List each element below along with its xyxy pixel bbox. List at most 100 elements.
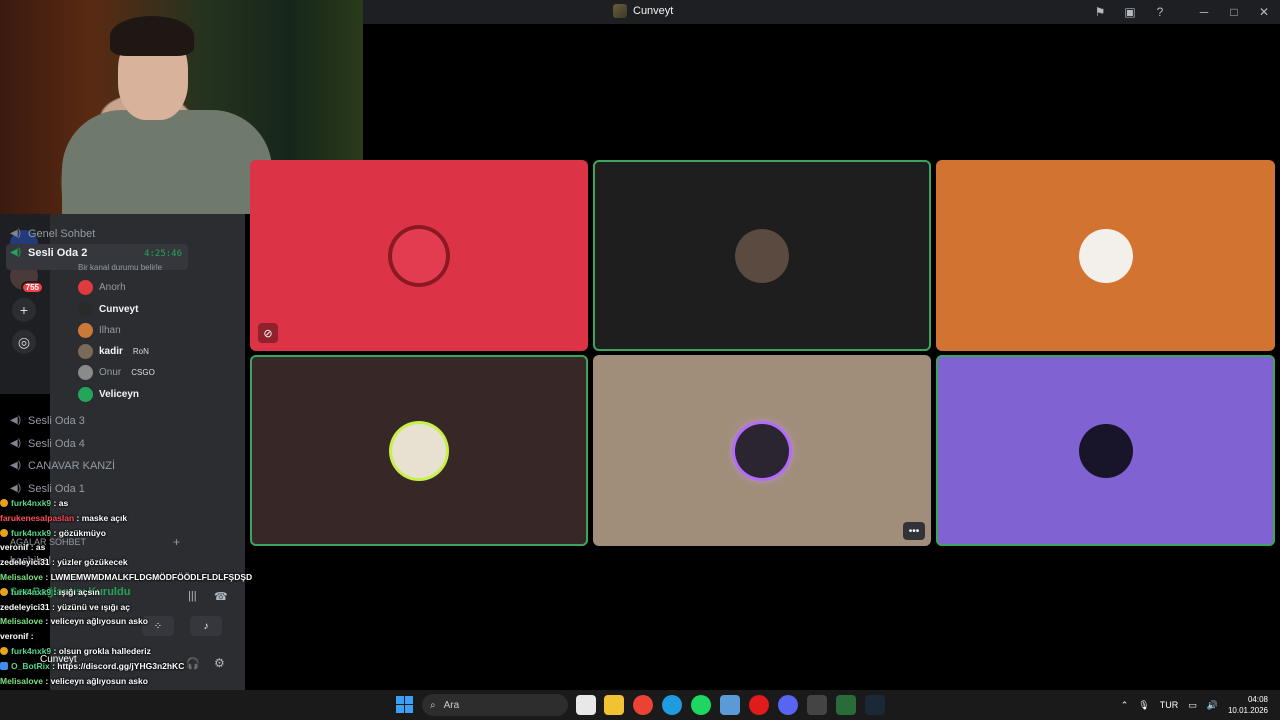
flag-icon[interactable]: ⚑ [1090,2,1110,22]
app-icon[interactable] [720,695,740,715]
chat-username: farukenesalpaslan [0,512,75,523]
chat-username: Melisalove [0,675,43,686]
channel-sesli-oda-3[interactable]: ◀) Sesli Oda 3 [6,411,188,431]
member-name: Anorh [99,281,126,293]
chat-message: furk4nxk9 : gözükmüyo [0,526,260,541]
chat-separator: : [51,498,59,508]
more-options-button[interactable]: ••• [903,522,925,540]
app-icon[interactable] [807,695,827,715]
chat-message: O_BotRix : https://discord.gg/jYHG3n2hKC [0,659,260,674]
chat-message: farukenesalpaslan : maske açık [0,511,260,526]
windows-start-icon[interactable] [396,696,413,713]
close-icon[interactable]: ✕ [1254,2,1274,22]
channel-sesli-oda-4[interactable]: ◀) Sesli Oda 4 [6,434,188,454]
clock[interactable]: 04:08 10.01.2026 [1228,694,1268,716]
search-placeholder: Ara [443,699,460,711]
participant-video-tile[interactable] [593,160,931,351]
member-name: Cunveyt [99,303,139,315]
voice-member[interactable]: Onur CSGO [78,363,155,381]
clock-date: 10.01.2026 [1227,706,1268,715]
chat-message: zedeleyici31 : yüzler gözükecek [0,555,260,570]
participant-video-tile[interactable] [250,355,588,546]
chat-username: furk4nxk9 [11,498,52,508]
system-tray: ⌃ 🎙 TUR ▭ 🔊 04:08 10.01.2026 [1121,694,1268,716]
speaker-icon: ◀) [10,415,22,426]
chat-text: ışığı açsın [58,586,100,597]
chat-text: https://discord.gg/jYHG3n2hKC [57,660,185,671]
taskbar-search[interactable]: ⌕ Ara [422,694,568,716]
chat-text: as [58,498,69,508]
file-explorer-icon[interactable] [604,695,624,715]
participant-video-tile[interactable]: ⊘ [250,160,588,351]
streamer-hair [110,16,194,56]
participant-video-tile[interactable]: ••• [593,355,931,546]
channel-label: Sesli Oda 2 [28,247,88,259]
activity-tag: RoN [132,346,149,356]
muted-mic-icon: ⊘ [258,323,278,343]
task-view-icon[interactable] [576,695,596,715]
steam-icon[interactable] [865,695,885,715]
avatar [78,279,93,295]
edge-icon[interactable] [662,695,682,715]
window-title: Cunveyt [633,5,674,17]
chat-message: Melisalove : veliceyn ağlıyosun asko [0,674,260,689]
speaker-icon: ◀) [10,228,22,239]
chevron-up-icon[interactable]: ⌃ [1121,700,1129,711]
window-title-group: Cunveyt [613,4,673,18]
voice-member[interactable]: Cunveyt [78,300,138,318]
chat-username: veronif [0,631,29,642]
chat-message: Melisalove : LWMEMWMDMALKFLDGMÖDFÖÖDLFLD… [0,570,260,585]
spotify-icon[interactable] [691,695,711,715]
voice-member[interactable]: Ilhan [78,321,121,339]
chat-message: furk4nxk9 : ışığı açsın [0,585,260,600]
network-icon[interactable]: ▭ [1188,700,1197,711]
chat-separator: : [74,512,82,523]
explore-icon[interactable]: ◎ [12,330,36,354]
chat-text: yüzler gözükecek [57,557,128,568]
opera-icon[interactable] [749,695,769,715]
participant-video-tile[interactable] [936,355,1275,546]
minimize-icon[interactable]: ─ [1194,2,1214,22]
voice-member[interactable]: Veliceyn [78,385,139,403]
microphone-icon[interactable]: 🎙 [1138,700,1149,711]
channel-canavar-kanzi[interactable]: ◀) CANAVAR KANZİ [6,456,188,476]
clock-time: 04:08 [1247,695,1268,704]
language-indicator[interactable]: TUR [1160,700,1179,710]
add-server-icon[interactable]: + [12,298,36,322]
activity-tag: CSGO [131,367,155,377]
chat-separator: : [51,645,59,656]
voice-member[interactable]: kadir RoN [78,342,149,360]
chat-message: furk4nxk9 : as [0,496,260,511]
avatar [78,301,93,317]
chat-badge-icon [0,499,8,507]
participant-video-tile[interactable] [936,160,1275,351]
maximize-icon[interactable]: □ [1224,2,1244,22]
chat-username: furk4nxk9 [11,645,52,656]
app-icon[interactable] [836,695,856,715]
chat-separator: : [51,586,59,597]
channel-status[interactable]: Bir kanal durumu belirle [78,263,162,272]
chat-text: veliceyn ağlıyosun asko [50,616,148,627]
chat-text: veliceyn ağlıyosun asko [50,675,148,686]
chat-separator: : [28,542,36,553]
help-icon[interactable]: ? [1150,2,1170,22]
chat-separator: : [43,571,51,582]
chat-username: veronif [0,542,29,553]
chat-message: furk4nxk9 : olsun grokla hallederiz [0,644,260,659]
discord-icon[interactable] [778,695,798,715]
screen-share-icon[interactable]: ▣ [1120,2,1140,22]
chat-username: Melisalove [0,616,43,627]
channel-label: Sesli Oda 4 [28,438,85,450]
voice-member[interactable]: Anorh [78,278,126,296]
chat-username: zedeleyici31 [0,601,50,612]
channel-genel-sohbet[interactable]: ◀) Genel Sohbet [6,224,188,244]
chat-username: O_BotRix [11,660,50,671]
channel-label: Sesli Oda 3 [28,415,85,427]
stream-chat-overlay: furk4nxk9 : as farukenesalpaslan : maske … [0,496,260,718]
chat-username: furk4nxk9 [11,527,52,538]
volume-icon[interactable]: 🔊 [1207,700,1218,711]
participant-avatar [735,228,789,283]
speaker-icon: ◀) [10,438,22,449]
chat-badge-icon [0,587,8,596]
chrome-icon[interactable] [633,695,653,715]
